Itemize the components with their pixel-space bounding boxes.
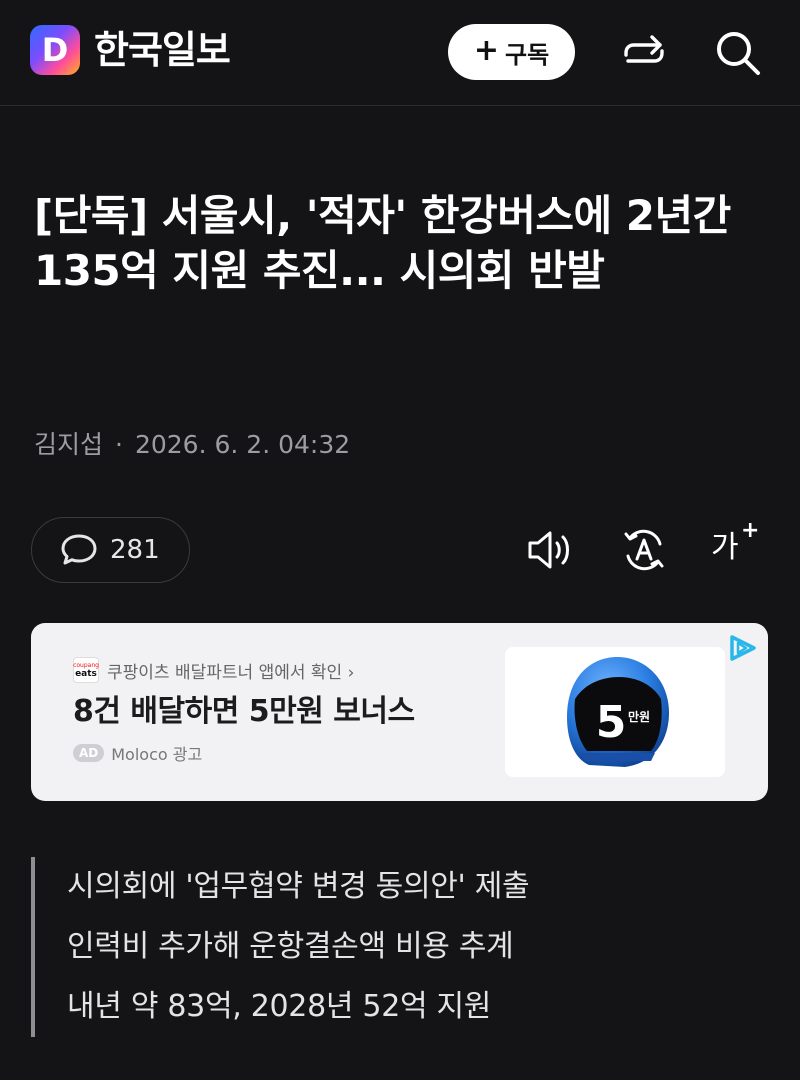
byline-separator: · <box>115 430 123 459</box>
article-summary: 시의회에 '업무협약 변경 동의안' 제출 인력비 추가해 운항결손액 비용 추… <box>31 857 771 1037</box>
subscribe-button[interactable]: + 구독 <box>448 24 575 80</box>
brand-logo[interactable]: D <box>30 25 80 75</box>
ad-image[interactable]: 5 만원 <box>505 647 725 777</box>
plus-icon: + <box>473 33 499 68</box>
brand-name[interactable]: 한국일보 <box>94 26 231 74</box>
publish-date: 2026. 6. 2. 04:32 <box>134 430 351 459</box>
summary-line: 시의회에 '업무협약 변경 동의안' 제출 <box>67 869 530 904</box>
top-header: D 한국일보 + 구독 <box>0 0 800 106</box>
summary-line: 인력비 추가해 운항결손액 비용 추계 <box>67 929 514 964</box>
summary-line: 내년 약 83억, 2028년 52억 지원 <box>67 989 492 1024</box>
helmet-unit: 만원 <box>628 709 650 724</box>
speaker-icon[interactable] <box>526 528 574 572</box>
ad-meta: AD Moloco 광고 <box>73 741 202 765</box>
coupang-eats-logo: coupang eats <box>73 657 99 683</box>
ad-logo-top: coupang <box>73 661 99 669</box>
font-size-button[interactable]: 가 + <box>711 518 763 572</box>
logo-letter: D <box>41 31 69 69</box>
translate-icon[interactable] <box>620 526 668 574</box>
comment-icon <box>61 534 97 565</box>
ad-advertiser: Moloco 광고 <box>111 745 203 764</box>
helmet-icon: 5 만원 <box>567 657 669 767</box>
article-title: [단독] 서울시, '적자' 한강버스에 2년간 135억 지원 추진... 시… <box>34 191 731 295</box>
subscribe-label: 구독 <box>504 40 550 69</box>
ad-source-row[interactable]: coupang eats 쿠팡이츠 배달파트너 앱에서 확인 › <box>73 657 354 683</box>
ad-badge: AD <box>73 744 105 762</box>
comment-count: 281 <box>110 535 160 565</box>
byline: 김지섭 · 2026. 6. 2. 04:32 <box>34 428 350 462</box>
ad-choices-icon[interactable] <box>727 633 759 663</box>
ad-banner[interactable]: coupang eats 쿠팡이츠 배달파트너 앱에서 확인 › 8건 배달하면… <box>31 623 768 801</box>
ad-source-text: 쿠팡이츠 배달파트너 앱에서 확인 › <box>107 662 355 683</box>
font-size-label: 가 <box>711 530 739 565</box>
ad-headline[interactable]: 8건 배달하면 5만원 보너스 <box>73 691 415 733</box>
share-icon[interactable] <box>620 29 668 77</box>
search-icon[interactable] <box>712 27 764 79</box>
helmet-number: 5 <box>596 697 627 748</box>
font-size-plus-icon: + <box>741 518 760 543</box>
author-name[interactable]: 김지섭 <box>34 430 103 459</box>
comments-button[interactable]: 281 <box>31 517 190 583</box>
ad-logo-bottom: eats <box>75 668 97 679</box>
